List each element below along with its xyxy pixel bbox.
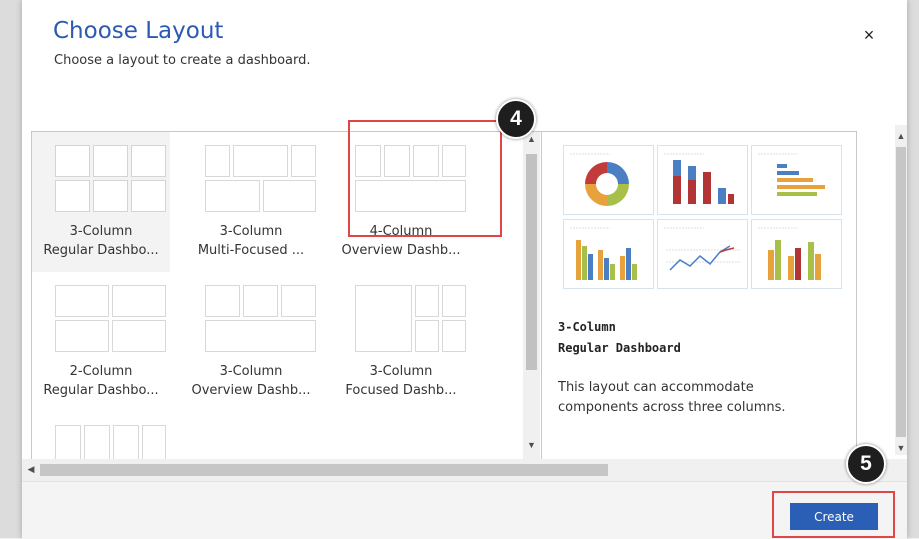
layout-tile-line2: Overview Dashb... — [191, 383, 311, 398]
layout-tile-3col-regular[interactable]: 3-Column Regular Dashbo... — [32, 132, 170, 272]
scrollbar-thumb[interactable] — [40, 464, 608, 476]
step-badge-5: 5 — [846, 444, 886, 484]
preview-stacked-column-chart-icon — [751, 219, 842, 289]
layout-thumbnail — [32, 272, 170, 366]
preview-bar-chart-icon — [751, 145, 842, 215]
horizontal-scrollbar[interactable]: ◀ — [22, 459, 907, 481]
layout-thumbnail — [32, 132, 170, 226]
layout-tile-line2: Regular Dashbo... — [43, 383, 159, 398]
layout-tile-partial[interactable] — [32, 412, 170, 459]
layout-thumbnail — [182, 272, 320, 366]
preview-scrollbar[interactable]: ▲ ▼ — [895, 125, 907, 455]
scroll-down-arrow-icon[interactable]: ▼ — [523, 440, 540, 450]
layout-tile-line1: 3-Column — [69, 224, 133, 239]
layout-tile-3col-multi-focused[interactable]: 3-Column Multi-Focused ... — [182, 132, 320, 272]
scroll-up-arrow-icon[interactable]: ▲ — [895, 131, 907, 141]
scrollbar-thumb[interactable] — [526, 154, 537, 370]
highlight-box-layout — [348, 120, 502, 237]
layout-tile-line1: 2-Column — [69, 364, 133, 379]
preview-line-chart-icon — [657, 219, 748, 289]
choose-layout-dialog: Choose Layout Choose a layout to create … — [22, 0, 907, 539]
scrollbar-thumb[interactable] — [896, 147, 906, 437]
dialog-subtitle: Choose a layout to create a dashboard. — [54, 53, 311, 68]
preview-layout-name-line2: Regular Dashboard — [558, 341, 681, 355]
close-button[interactable]: × — [860, 26, 878, 44]
layout-tile-2col-regular[interactable]: 2-Column Regular Dashbo... — [32, 272, 170, 412]
layout-thumbnail — [32, 412, 170, 459]
scroll-down-arrow-icon[interactable]: ▼ — [895, 443, 907, 453]
preview-layout-description: This layout can accommodate components a… — [558, 380, 786, 415]
preview-column-chart-icon — [657, 145, 748, 215]
layout-tile-line2: Multi-Focused ... — [197, 243, 305, 258]
preview-layout-name-line1: 3-Column — [558, 320, 616, 334]
layout-list-scrollbar[interactable]: ▲ ▼ — [523, 132, 540, 459]
highlight-box-create — [772, 491, 895, 538]
background-left — [0, 0, 22, 538]
layout-tile-line2: Focused Dashb... — [345, 383, 457, 398]
preview-grouped-column-chart-icon — [563, 219, 654, 289]
background-right — [907, 0, 919, 538]
layout-tile-3col-focused[interactable]: 3-Column Focused Dashb... — [332, 272, 470, 412]
step-badge-4: 4 — [496, 99, 536, 139]
layout-tile-line2: Regular Dashbo... — [43, 243, 159, 258]
scroll-left-arrow-icon[interactable]: ◀ — [26, 464, 36, 475]
layout-thumbnail — [332, 272, 470, 366]
dialog-title: Choose Layout — [53, 18, 224, 44]
layout-tile-3col-overview[interactable]: 3-Column Overview Dashb... — [182, 272, 320, 412]
layout-tile-line2: Overview Dashb... — [341, 243, 461, 258]
preview-donut-chart-icon — [563, 145, 654, 215]
layout-preview: 3-Column Regular Dashboard This layout c… — [541, 131, 857, 460]
layout-tile-line1: 3-Column — [219, 224, 283, 239]
layout-thumbnail — [182, 132, 320, 226]
layout-tile-line1: 3-Column — [369, 364, 433, 379]
layout-tile-line1: 3-Column — [219, 364, 283, 379]
